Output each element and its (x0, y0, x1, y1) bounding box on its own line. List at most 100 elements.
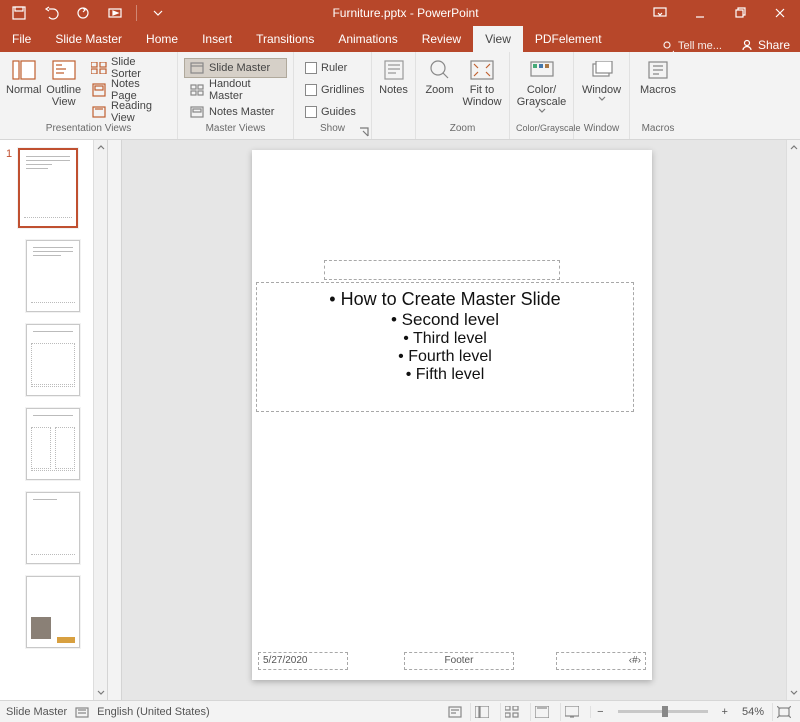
zoom-out-button[interactable]: − (590, 706, 609, 718)
notes-toggle-icon[interactable] (448, 705, 462, 719)
window-button[interactable]: Window (580, 54, 623, 102)
date-placeholder[interactable]: 5/27/2020 (258, 652, 348, 670)
slide-sorter-view-icon[interactable] (500, 703, 522, 721)
group-label-macros: Macros (636, 123, 680, 139)
tab-file[interactable]: File (0, 26, 43, 52)
chevron-down-icon (538, 108, 546, 114)
group-label-notes-empty (378, 123, 409, 139)
slide-canvas[interactable]: How to Create Master Slide Second level … (122, 140, 800, 700)
group-zoom: Zoom Fit to Window Zoom (416, 52, 510, 139)
scroll-up-icon[interactable] (787, 140, 800, 154)
tab-transitions[interactable]: Transitions (244, 26, 326, 52)
ribbon-tabs: File Slide Master Home Insert Transition… (0, 26, 800, 52)
tab-pdfelement[interactable]: PDFelement (523, 26, 614, 52)
outline-view-button[interactable]: Outline View (45, 54, 82, 108)
fit-to-window-button[interactable]: Fit to Window (461, 54, 503, 108)
footer-placeholder[interactable]: Footer (404, 652, 514, 670)
thumbnail-pane[interactable]: 1 (0, 140, 108, 700)
qat-customize-icon[interactable] (145, 0, 171, 26)
ribbon: Normal Outline View Slide Sorter Notes P… (0, 52, 800, 140)
zoom-button[interactable]: Zoom (422, 54, 457, 96)
reading-view-icon[interactable] (530, 703, 552, 721)
body-level-5: Fifth level (273, 366, 617, 384)
tell-me-search[interactable]: Tell me... (654, 40, 730, 52)
status-bar: Slide Master English (United States) − +… (0, 700, 800, 722)
layout-thumbnail-5[interactable] (26, 576, 80, 648)
group-master-views: Slide Master Handout Master Notes Master… (178, 52, 294, 139)
master-thumbnail[interactable] (18, 148, 78, 228)
group-label-color: Color/Grayscale (516, 123, 567, 139)
layout-thumbnail-2[interactable] (26, 324, 80, 396)
group-label-window: Window (580, 123, 623, 139)
zoom-slider[interactable] (618, 710, 708, 713)
thumbnail-scrollbar[interactable] (93, 140, 107, 700)
layout-thumbnail-1[interactable] (26, 240, 80, 312)
scroll-down-icon[interactable] (787, 686, 800, 700)
group-label-zoom: Zoom (422, 123, 503, 139)
normal-view-icon[interactable] (470, 703, 492, 721)
title-placeholder[interactable] (324, 260, 560, 280)
undo-icon[interactable] (38, 0, 64, 26)
body-level-2: Second level (273, 310, 617, 330)
tab-review[interactable]: Review (410, 26, 473, 52)
normal-view-button[interactable]: Normal (6, 54, 41, 96)
show-dialog-launcher-icon[interactable] (359, 127, 369, 137)
chevron-down-icon (598, 96, 606, 102)
window-title: Furniture.pptx - PowerPoint (171, 6, 640, 20)
share-label: Share (758, 38, 790, 52)
tab-animations[interactable]: Animations (326, 26, 409, 52)
group-window: Window Window (574, 52, 630, 139)
close-icon[interactable] (760, 0, 800, 26)
group-label-presentation-views: Presentation Views (6, 123, 171, 139)
handout-master-button[interactable]: Handout Master (184, 80, 287, 100)
body-level-3: Third level (273, 330, 617, 348)
guides-checkbox[interactable]: Guides (300, 102, 369, 122)
zoom-in-button[interactable]: + (716, 706, 734, 718)
color-grayscale-button[interactable]: Color/ Grayscale (516, 54, 567, 114)
tell-me-label: Tell me... (678, 40, 722, 52)
share-button[interactable]: Share (730, 38, 800, 52)
scroll-down-icon[interactable] (94, 686, 107, 700)
save-icon[interactable] (6, 0, 32, 26)
slide-master-preview[interactable]: How to Create Master Slide Second level … (252, 150, 652, 680)
redo-icon[interactable] (70, 0, 96, 26)
tab-slide-master[interactable]: Slide Master (43, 26, 134, 52)
tab-home[interactable]: Home (134, 26, 190, 52)
group-macros: Macros Macros (630, 52, 686, 139)
slide-master-button[interactable]: Slide Master (184, 58, 287, 78)
slide-sorter-button[interactable]: Slide Sorter (86, 58, 171, 78)
minimize-icon[interactable] (680, 0, 720, 26)
layout-thumbnail-3[interactable] (26, 408, 80, 480)
zoom-percent[interactable]: 54% (742, 706, 764, 718)
master-index: 1 (6, 148, 14, 228)
status-language[interactable]: English (United States) (97, 706, 210, 718)
collapsed-ruler[interactable] (108, 140, 122, 700)
notes-button[interactable]: Notes (378, 54, 409, 96)
notes-page-button[interactable]: Notes Page (86, 80, 171, 100)
group-label-master-views: Master Views (184, 123, 287, 139)
ruler-checkbox[interactable]: Ruler (300, 58, 369, 78)
spellcheck-icon[interactable] (75, 705, 89, 719)
tab-view[interactable]: View (473, 26, 523, 52)
workspace: 1 How to Create Master Slide Seco (0, 140, 800, 700)
layout-thumbnail-4[interactable] (26, 492, 80, 564)
body-placeholder[interactable]: How to Create Master Slide Second level … (256, 282, 634, 412)
gridlines-checkbox[interactable]: Gridlines (300, 80, 369, 100)
body-level-1: How to Create Master Slide (273, 289, 617, 310)
fit-slide-icon[interactable] (772, 703, 794, 721)
title-bar: Furniture.pptx - PowerPoint (0, 0, 800, 26)
slide-number-placeholder[interactable]: ‹#› (556, 652, 646, 670)
scroll-up-icon[interactable] (94, 140, 107, 154)
reading-view-button[interactable]: Reading View (86, 102, 171, 122)
macros-button[interactable]: Macros (636, 54, 680, 96)
canvas-scrollbar[interactable] (786, 140, 800, 700)
slideshow-view-icon[interactable] (560, 703, 582, 721)
tab-insert[interactable]: Insert (190, 26, 244, 52)
group-color-grayscale: Color/ Grayscale Color/Grayscale (510, 52, 574, 139)
ribbon-display-options-icon[interactable] (640, 0, 680, 26)
status-view-name: Slide Master (6, 706, 67, 718)
group-notes: Notes (372, 52, 416, 139)
restore-icon[interactable] (720, 0, 760, 26)
notes-master-button[interactable]: Notes Master (184, 102, 287, 122)
start-from-beginning-icon[interactable] (102, 0, 128, 26)
